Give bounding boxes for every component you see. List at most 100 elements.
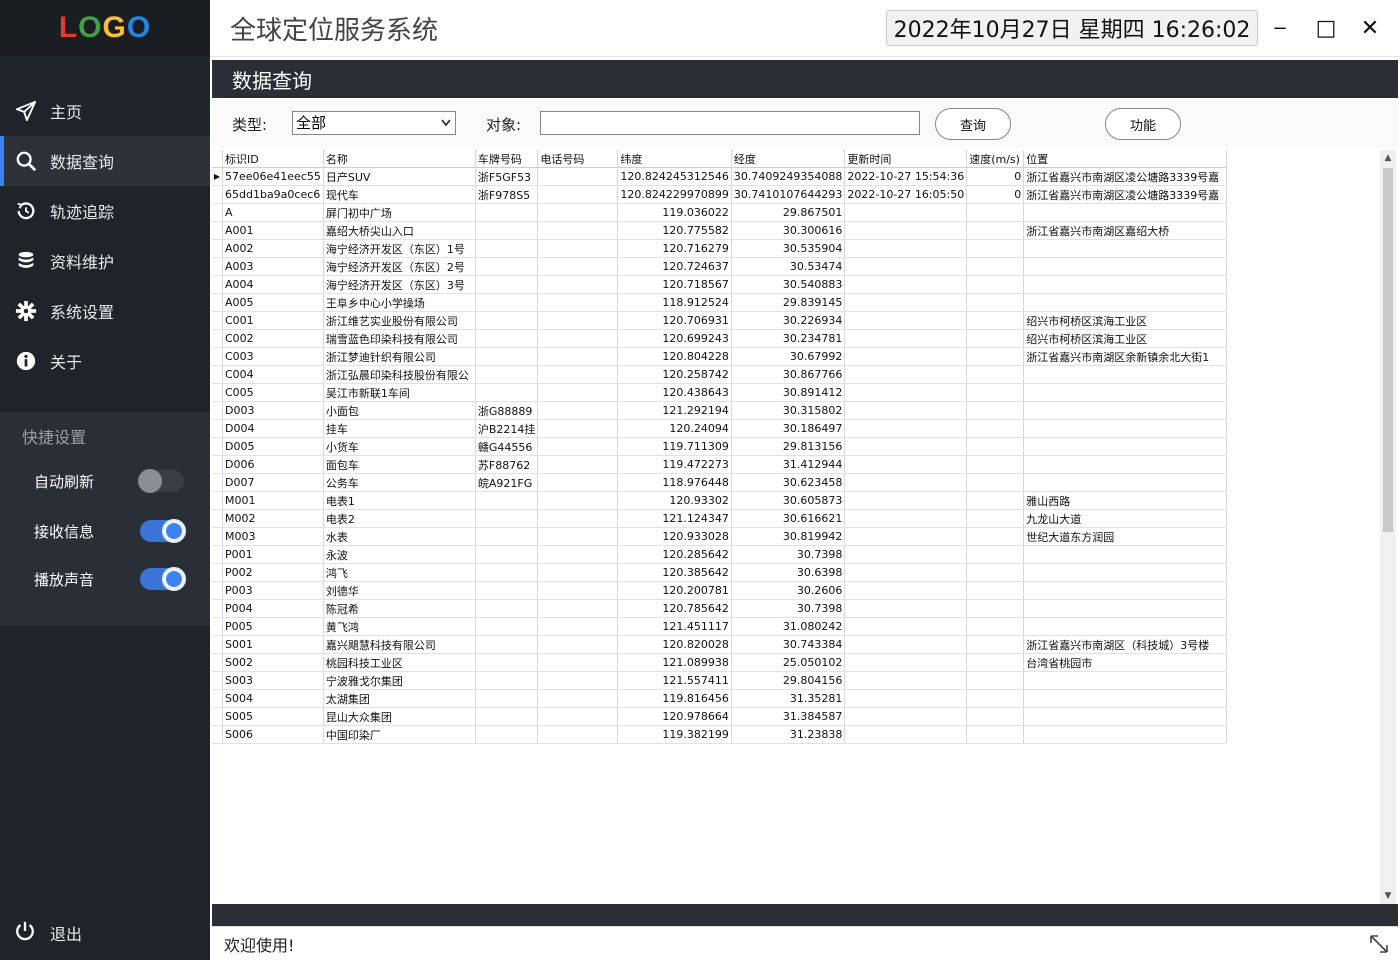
function-button[interactable]: 功能	[1105, 108, 1181, 140]
table-row[interactable]: S001 嘉兴飓慧科技有限公司 120.820028 30.743384 浙江省嘉兴市南…	[212, 635, 1228, 654]
sidebar-item-track[interactable]: 轨迹追踪	[0, 186, 210, 236]
maximize-button[interactable]: □	[1312, 14, 1340, 42]
current-row-indicator-icon: ▶	[212, 167, 223, 186]
table-row[interactable]: P001 永波 120.285642 30.7398	[212, 545, 1228, 564]
table-row[interactable]: A005 王阜乡中心小学操场 118.912524 29.839145	[212, 293, 1228, 312]
table-cell	[844, 401, 968, 420]
table-cell	[966, 725, 1025, 744]
table-row[interactable]: P004 陈冠希 120.785642 30.7398	[212, 599, 1228, 618]
table-cell: P004	[222, 599, 324, 618]
scroll-down-icon[interactable]: ▼	[1380, 888, 1396, 904]
table-cell	[966, 473, 1025, 492]
row-indicator	[212, 239, 223, 258]
column-header[interactable]: 电话号码	[537, 150, 619, 168]
table-cell	[966, 383, 1025, 402]
table-cell: 绍兴市柯桥区滨海工业区	[1023, 329, 1228, 348]
table-cell: 31.35281	[731, 689, 846, 708]
column-header[interactable]: 纬度	[617, 150, 732, 168]
row-indicator	[212, 275, 223, 294]
table-cell: 雅山西路	[1023, 491, 1228, 510]
close-icon: ✕	[1360, 15, 1380, 41]
sidebar-item-settings[interactable]: 系统设置	[0, 286, 210, 336]
table-row[interactable]: D006 面包车 苏F88762 119.472273 31.412944	[212, 455, 1228, 474]
table-row[interactable]: S003 宁波雅戈尔集团 121.557411 29.804156	[212, 671, 1228, 690]
receive-info-toggle[interactable]	[140, 519, 186, 543]
table-row[interactable]: ▶ 57ee06e41eec55 日产SUV 浙F5GF53 120.824245312…	[212, 167, 1228, 186]
scroll-thumb[interactable]	[1383, 168, 1393, 532]
table-row[interactable]: A001 嘉绍大桥尖山入口 120.775582 30.300616 浙江省嘉兴市南湖区…	[212, 221, 1228, 240]
column-header[interactable]: 更新时间	[844, 150, 968, 168]
table-row[interactable]: S002 桃园科技工业区 121.089938 25.050102 台湾省桃园市	[212, 653, 1228, 672]
table-cell	[966, 689, 1025, 708]
column-header[interactable]: 标识ID	[222, 150, 324, 168]
table-row[interactable]: S004 太湖集团 119.816456 31.35281	[212, 689, 1228, 708]
table-cell	[844, 473, 968, 492]
close-button[interactable]: ✕	[1356, 14, 1384, 42]
table-row[interactable]: P003 刘德华 120.200781 30.2606	[212, 581, 1228, 600]
auto-refresh-toggle[interactable]	[138, 469, 184, 493]
play-sound-toggle[interactable]	[140, 567, 186, 591]
table-cell	[844, 635, 968, 654]
table-row[interactable]: P002 鸿飞 120.385642 30.6398	[212, 563, 1228, 582]
table-cell: 浙江省嘉兴市南湖区余新镇余北大街1	[1023, 347, 1228, 366]
table-row[interactable]: D005 小货车 赣G44556 119.711309 29.813156	[212, 437, 1228, 456]
table-cell: 30.616621	[731, 509, 846, 528]
resize-icon[interactable]	[1368, 933, 1390, 960]
query-button[interactable]: 查询	[935, 108, 1011, 140]
sidebar-item-data-query[interactable]: 数据查询	[0, 136, 210, 186]
table-cell: 瑞雪蓝色印染科技有限公司	[323, 329, 476, 348]
column-header[interactable]: 经度	[731, 150, 846, 168]
minimize-button[interactable]: −	[1266, 14, 1294, 42]
table-cell	[537, 329, 619, 348]
table-cell: 120.824229970899	[617, 185, 732, 204]
table-row[interactable]: S005 昆山大众集团 120.978664 31.384587	[212, 707, 1228, 726]
table-row[interactable]: A004 海宁经济开发区（东区）3号 120.718567 30.540883	[212, 275, 1228, 294]
table-row[interactable]: S006 中国印染厂 119.382199 31.23838	[212, 725, 1228, 744]
table-cell: A004	[222, 275, 324, 294]
table-cell: 30.234781	[731, 329, 846, 348]
logout-button[interactable]: 退出	[14, 920, 82, 946]
table-cell: 118.912524	[617, 293, 732, 312]
column-header[interactable]: 名称	[323, 150, 476, 168]
table-row[interactable]: C001 浙江维艺实业股份有限公司 120.706931 30.226934 绍兴市柯桥…	[212, 311, 1228, 330]
scroll-up-icon[interactable]: ▲	[1380, 150, 1396, 166]
table-row[interactable]: A 屏门初中广场 119.036022 29.867501	[212, 203, 1228, 222]
table-cell	[844, 653, 968, 672]
table-cell: 30.7398	[731, 599, 846, 618]
table-cell	[966, 653, 1025, 672]
table-cell	[475, 509, 539, 528]
sidebar-item-home[interactable]: 主页	[0, 86, 210, 136]
sidebar-item-about[interactable]: 关于	[0, 336, 210, 386]
table-row[interactable]: C003 浙江梦迪针织有限公司 120.804228 30.67992 浙江省嘉兴市南湖…	[212, 347, 1228, 366]
table-cell: 太湖集团	[323, 689, 476, 708]
table-row[interactable]: C002 瑞雪蓝色印染科技有限公司 120.699243 30.234781 绍兴市柯桥…	[212, 329, 1228, 348]
table-row[interactable]: M003 水表 120.933028 30.819942 世纪大道东方润园	[212, 527, 1228, 546]
table-cell	[844, 599, 968, 618]
column-header[interactable]: 速度(m/s)	[966, 150, 1025, 168]
table-cell	[475, 491, 539, 510]
table-row[interactable]: C004 浙江弘晨印染科技股份有限公 120.258742 30.867766	[212, 365, 1228, 384]
column-header[interactable]: 位置	[1023, 150, 1228, 168]
table-row[interactable]: A002 海宁经济开发区（东区）1号 120.716279 30.535904	[212, 239, 1228, 258]
table-cell	[475, 275, 539, 294]
object-input[interactable]	[540, 111, 920, 135]
table-cell	[966, 203, 1025, 222]
vertical-scrollbar[interactable]: ▲ ▼	[1380, 150, 1396, 904]
table-cell: 120.93302	[617, 491, 732, 510]
type-select[interactable]: 全部	[292, 111, 456, 135]
table-row[interactable]: M002 电表2 121.124347 30.616621 九龙山大道	[212, 509, 1228, 528]
table-cell	[1023, 617, 1228, 636]
table-row[interactable]: C005 吴江市新联1车间 120.438643 30.891412	[212, 383, 1228, 402]
table-row[interactable]: D004 挂车 沪B2214挂 120.24094 30.186497	[212, 419, 1228, 438]
table-row[interactable]: 65dd1ba9a0cec6 现代车 浙F978S5 120.824229970899…	[212, 185, 1228, 204]
table-row[interactable]: M001 电表1 120.93302 30.605873 雅山西路	[212, 491, 1228, 510]
table-row[interactable]: D007 公务车 皖A921FG 118.976448 30.623458	[212, 473, 1228, 492]
logo: LOGO	[0, 0, 210, 56]
table-row[interactable]: D003 小面包 浙G88889 121.292194 30.315802	[212, 401, 1228, 420]
table-cell: 昆山大众集团	[323, 707, 476, 726]
sidebar-item-maintenance[interactable]: 资料维护	[0, 236, 210, 286]
table-row[interactable]: P005 黄飞鸿 121.451117 31.080242	[212, 617, 1228, 636]
table-cell	[844, 275, 968, 294]
table-row[interactable]: A003 海宁经济开发区（东区）2号 120.724637 30.53474	[212, 257, 1228, 276]
column-header[interactable]: 车牌号码	[475, 150, 539, 168]
